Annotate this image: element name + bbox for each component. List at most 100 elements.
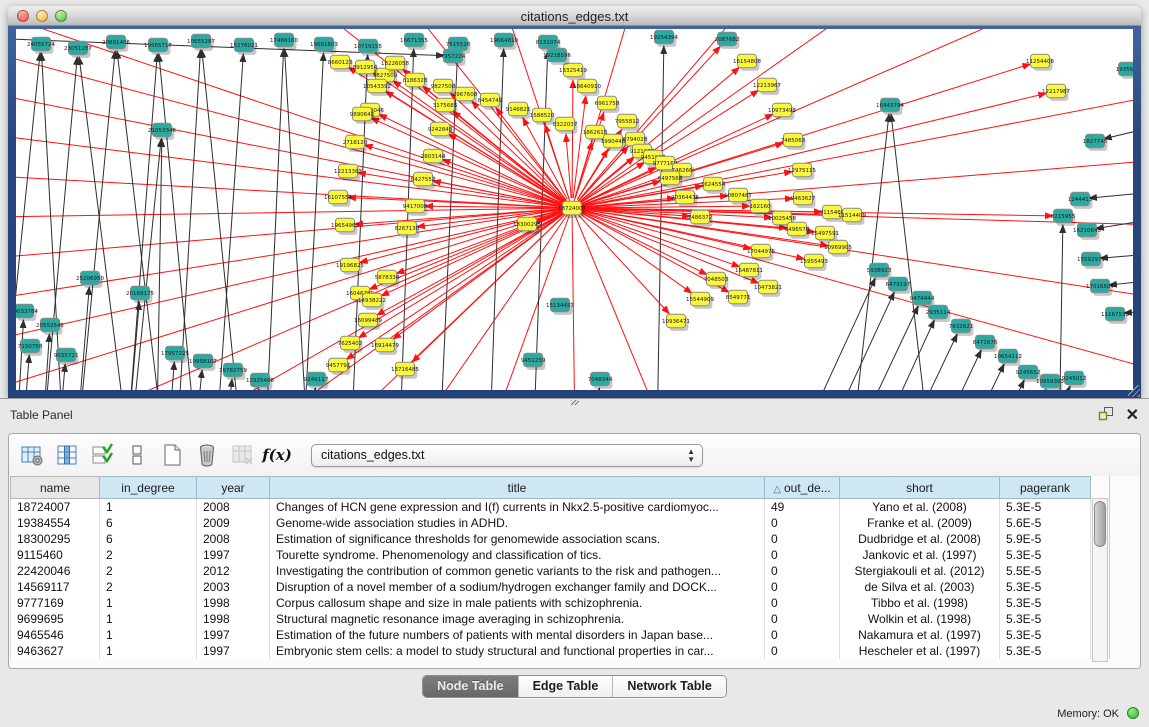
panel-resize-grip[interactable]	[571, 400, 579, 405]
cell-title[interactable]: Estimation of significance thresholds fo…	[270, 531, 765, 547]
graph-node[interactable]: 6496578	[785, 222, 810, 236]
graph-node[interactable]: 8267130	[395, 221, 420, 235]
graph-node[interactable]: 8471676	[973, 335, 998, 349]
graph-node[interactable]: 7485063	[781, 133, 806, 147]
function-builder-icon[interactable]: f(x)	[264, 442, 290, 468]
cell-in_degree[interactable]: 2	[100, 563, 197, 579]
table-row[interactable]: 2242004622012Investigating the contribut…	[11, 563, 1091, 579]
graph-node[interactable]: 9245012	[1062, 371, 1087, 385]
cell-in_degree[interactable]: 6	[100, 515, 197, 531]
graph-node[interactable]: 162160	[750, 199, 771, 213]
cell-title[interactable]: Embryonic stem cells: a model to study s…	[270, 643, 765, 659]
cell-short[interactable]: Yano et al. (2008)	[840, 499, 1000, 515]
graph-node[interactable]: 20552542	[36, 318, 64, 332]
window-resize-grip[interactable]	[1128, 385, 1140, 397]
graph-node[interactable]: 2803144	[421, 149, 446, 163]
cell-short[interactable]: Wolkin et al. (1998)	[840, 611, 1000, 627]
delete-table-icon[interactable]	[194, 442, 220, 468]
graph-node[interactable]: 15592971	[1077, 252, 1105, 266]
table-settings-icon[interactable]	[19, 442, 45, 468]
graph-node[interactable]: 9451239	[521, 353, 546, 367]
tab-edge-table[interactable]: Edge Table	[518, 676, 613, 697]
graph-node[interactable]: 9827508	[431, 79, 456, 93]
cell-in_degree[interactable]: 1	[100, 643, 197, 659]
graph-node[interactable]: 2967608	[453, 87, 478, 101]
graph-node[interactable]: 10654112	[994, 349, 1022, 363]
cell-short[interactable]: Tibbo et al. (1998)	[840, 595, 1000, 611]
cell-name[interactable]: 9115460	[11, 547, 100, 563]
unselect-all-icon[interactable]	[124, 442, 150, 468]
cell-name[interactable]: 18300295	[11, 531, 100, 547]
select-all-icon[interactable]	[89, 442, 115, 468]
cell-title[interactable]: Disruption of a novel member of a sodium…	[270, 579, 765, 595]
graph-node[interactable]: 7955812	[615, 114, 640, 128]
network-canvas[interactable]: 1872400713325419186409101862615832203715…	[16, 29, 1133, 390]
table-selector[interactable]: citations_edges.txt▲▼	[311, 444, 703, 467]
tab-network-table[interactable]: Network Table	[612, 676, 726, 697]
cell-pagerank[interactable]: 5.3E-5	[1000, 627, 1091, 643]
cell-out_degree[interactable]: 0	[765, 515, 840, 531]
show-column-icon[interactable]	[54, 442, 80, 468]
graph-node[interactable]: 9242848	[428, 122, 453, 136]
graph-node[interactable]: 9245652	[1016, 365, 1041, 379]
graph-node[interactable]: 6794028	[623, 132, 648, 146]
cell-out_degree[interactable]: 0	[765, 547, 840, 563]
graph-node[interactable]: 6497568	[658, 171, 683, 185]
graph-node[interactable]: 8454749	[478, 93, 503, 107]
graph-node[interactable]: 9246117	[304, 372, 329, 386]
graph-node[interactable]: 7486372	[688, 210, 713, 224]
graph-node[interactable]: 10473821	[754, 280, 782, 294]
cell-out_degree[interactable]: 0	[765, 595, 840, 611]
graph-node[interactable]: 7957224	[441, 49, 466, 63]
cell-name[interactable]: 9699695	[11, 611, 100, 627]
cell-year[interactable]: 1998	[197, 611, 270, 627]
table-row[interactable]: 977716911998Corpus callosum shape and si…	[11, 595, 1091, 611]
column-header-in_degree[interactable]: in_degree	[100, 477, 197, 499]
cell-year[interactable]: 1997	[197, 547, 270, 563]
table-row[interactable]: 969969511998Structural magnetic resonanc…	[11, 611, 1091, 627]
cell-pagerank[interactable]: 5.3E-5	[1000, 499, 1091, 515]
graph-node[interactable]: 8322037	[553, 117, 578, 131]
graph-node[interactable]: 15497591	[811, 226, 839, 240]
graph-node[interactable]: 3175685	[433, 98, 458, 112]
cell-title[interactable]: Investigating the contribution of common…	[270, 563, 765, 579]
graph-node[interactable]: 2935114	[926, 305, 951, 319]
graph-node[interactable]: 9474444	[910, 291, 935, 305]
graph-node[interactable]: 8427552	[411, 172, 436, 186]
graph-node[interactable]: 10936471	[662, 314, 690, 328]
cell-in_degree[interactable]: 1	[100, 611, 197, 627]
graph-node[interactable]: 9463627	[791, 191, 816, 205]
cell-short[interactable]: Franke et al. (2009)	[840, 515, 1000, 531]
cell-short[interactable]: Jankovic et al. (1997)	[840, 547, 1000, 563]
graph-node[interactable]: 10543392	[363, 79, 391, 93]
cell-in_degree[interactable]: 6	[100, 531, 197, 547]
cell-year[interactable]: 1997	[197, 643, 270, 659]
new-table-icon[interactable]	[159, 442, 185, 468]
graph-node[interactable]: 9035721	[54, 348, 79, 362]
cell-out_degree[interactable]: 0	[765, 579, 840, 595]
cell-pagerank[interactable]: 5.5E-5	[1000, 563, 1091, 579]
node-table[interactable]: namein_degreeyeartitle△out_de...shortpag…	[10, 476, 1091, 659]
float-panel-icon[interactable]	[1098, 406, 1114, 426]
graph-node[interactable]: 8660123	[328, 55, 353, 68]
cell-year[interactable]: 2003	[197, 579, 270, 595]
column-header-year[interactable]: year	[197, 477, 270, 499]
cell-in_degree[interactable]: 1	[100, 627, 197, 643]
column-header-short[interactable]: short	[840, 477, 1000, 499]
cell-pagerank[interactable]: 5.3E-5	[1000, 547, 1091, 563]
graph-node[interactable]: 9417006	[403, 199, 428, 213]
graph-node[interactable]: 6961758	[595, 96, 620, 110]
cell-out_degree[interactable]: 0	[765, 563, 840, 579]
graph-node[interactable]: 1624554	[701, 177, 726, 191]
cell-pagerank[interactable]: 5.3E-5	[1000, 611, 1091, 627]
table-row[interactable]: 946362711997Embryonic stem cells: a mode…	[11, 643, 1091, 659]
cell-year[interactable]: 1997	[197, 627, 270, 643]
graph-node[interactable]: 9146821	[506, 102, 531, 116]
graph-node[interactable]: 6479197	[886, 277, 911, 291]
table-row[interactable]: 911546021997Tourette syndrome. Phenomeno…	[11, 547, 1091, 563]
cell-year[interactable]: 2008	[197, 531, 270, 547]
graph-node[interactable]: 7625402	[338, 336, 363, 350]
table-row[interactable]: 1872400712008Changes of HCN gene express…	[11, 499, 1091, 515]
cell-year[interactable]: 2012	[197, 563, 270, 579]
graph-node[interactable]: 1588520	[530, 108, 555, 122]
